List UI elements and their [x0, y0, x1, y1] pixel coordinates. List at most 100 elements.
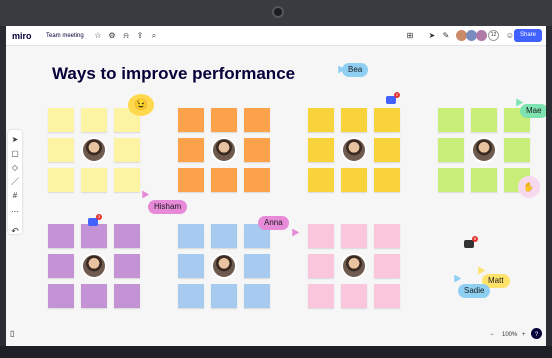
sticky-note[interactable] [211, 224, 237, 248]
undo-icon[interactable]: ↶ [8, 224, 22, 238]
sticky-note[interactable] [308, 284, 334, 308]
sticky-note[interactable] [178, 224, 204, 248]
cursor-pointer-icon [138, 188, 150, 199]
sticky-note[interactable] [244, 108, 270, 132]
zoom-controls: − 100% + ? [490, 328, 542, 342]
sticky-note[interactable] [244, 254, 270, 278]
cursor-tool-icon[interactable]: ➤ [426, 30, 438, 42]
sticky-note[interactable] [178, 284, 204, 308]
participant-photo[interactable] [471, 137, 497, 163]
sticky-note[interactable] [48, 254, 74, 278]
sticky-note[interactable] [48, 108, 74, 132]
device-frame: miro Team meeting ☆ ⚙ ⍾ ⇪ ⌕ ⊞ ➤ ✎ 12 ☺ S… [0, 0, 552, 358]
sticky-note[interactable] [114, 224, 140, 248]
sticky-note[interactable] [244, 168, 270, 192]
shapes-icon[interactable]: ◇ [8, 162, 22, 174]
participant-photo[interactable] [81, 253, 107, 279]
participant-photo[interactable] [341, 253, 367, 279]
sticky-note[interactable] [438, 168, 464, 192]
zoom-in-button[interactable]: + [522, 328, 526, 342]
sticky-note[interactable] [308, 254, 334, 278]
participant-photo[interactable] [211, 253, 237, 279]
sticky-note[interactable] [114, 254, 140, 278]
cursor-name-tag: Hisham [148, 200, 188, 214]
sticky-note[interactable] [341, 284, 367, 308]
participant-photo[interactable] [81, 137, 107, 163]
participant-photo[interactable] [341, 137, 367, 163]
top-toolbar: miro Team meeting ☆ ⚙ ⍾ ⇪ ⌕ ⊞ ➤ ✎ 12 ☺ S… [6, 26, 546, 46]
device-bezel-top [0, 0, 552, 26]
comment-count-badge: 8 [472, 236, 478, 242]
sticky-note[interactable] [308, 138, 334, 162]
hand-wave-sticker[interactable]: ✋ [518, 176, 540, 198]
cursor-icon[interactable]: ➤ [8, 134, 22, 146]
sticky-note[interactable] [48, 284, 74, 308]
bell-icon[interactable]: ⍾ [120, 30, 132, 42]
sticky-note[interactable] [211, 284, 237, 308]
sticky-note[interactable] [178, 168, 204, 192]
sticky-note[interactable] [374, 224, 400, 248]
sticky-note[interactable] [48, 168, 74, 192]
sticky-note[interactable] [438, 108, 464, 132]
left-toolbar: ➤ ▢ ◇ ／ # ⋯ [8, 130, 22, 234]
zoom-out-button[interactable]: − [490, 328, 494, 342]
sticky-note[interactable] [341, 108, 367, 132]
cursor-pointer-icon [474, 264, 486, 275]
cursor-name-tag: Mae [520, 104, 546, 118]
sticky-note[interactable] [114, 138, 140, 162]
sticky-note[interactable] [244, 138, 270, 162]
miro-app-screen: miro Team meeting ☆ ⚙ ⍾ ⇪ ⌕ ⊞ ➤ ✎ 12 ☺ S… [6, 26, 546, 346]
more-icon[interactable]: ⋯ [8, 206, 22, 218]
sticky-note[interactable] [374, 108, 400, 132]
sticky-note[interactable] [48, 224, 74, 248]
sticky-note[interactable] [308, 168, 334, 192]
sticky-note[interactable] [48, 138, 74, 162]
sticky-note[interactable] [374, 254, 400, 278]
cursor-name-tag: Sadie [458, 284, 491, 298]
sticky-note[interactable] [211, 108, 237, 132]
sticky-note[interactable] [81, 284, 107, 308]
emoji-sticker[interactable]: 😉 [128, 94, 154, 116]
collaborator-count-badge[interactable]: 12 [488, 30, 499, 41]
pen-icon[interactable]: ／ [8, 176, 22, 188]
avatar[interactable] [476, 30, 487, 41]
frame-icon[interactable]: # [8, 190, 22, 202]
sticky-note[interactable] [178, 108, 204, 132]
sticky-note[interactable] [308, 224, 334, 248]
sticky-note[interactable] [114, 168, 140, 192]
sticky-note-icon[interactable]: ▢ [8, 148, 22, 160]
board-name[interactable]: Team meeting [46, 29, 84, 43]
gear-icon[interactable]: ⚙ [106, 30, 118, 42]
sticky-note[interactable] [471, 168, 497, 192]
sticky-note[interactable] [374, 284, 400, 308]
sticky-note[interactable] [81, 108, 107, 132]
help-button[interactable]: ? [531, 328, 542, 339]
search-icon[interactable]: ⌕ [148, 30, 160, 42]
sticky-note[interactable] [81, 224, 107, 248]
sticky-note[interactable] [374, 138, 400, 162]
panel-icon[interactable]: ▯ [10, 329, 22, 341]
apps-grid-icon[interactable]: ⊞ [404, 30, 416, 42]
share-button[interactable]: Share [514, 29, 542, 42]
sticky-note[interactable] [374, 168, 400, 192]
sticky-note[interactable] [178, 254, 204, 278]
sticky-note[interactable] [211, 168, 237, 192]
participant-photo[interactable] [211, 137, 237, 163]
comment-count-badge: 3 [96, 214, 102, 220]
sticky-note[interactable] [308, 108, 334, 132]
sticky-note[interactable] [178, 138, 204, 162]
sticky-note[interactable] [471, 108, 497, 132]
sticky-note[interactable] [114, 284, 140, 308]
sticky-note[interactable] [504, 138, 530, 162]
zoom-level[interactable]: 100% [502, 328, 517, 342]
miro-logo[interactable]: miro [12, 29, 32, 43]
cursor-pointer-icon [450, 272, 462, 283]
celebrate-icon[interactable]: ✎ [440, 30, 452, 42]
upload-icon[interactable]: ⇪ [134, 30, 146, 42]
sticky-note[interactable] [244, 284, 270, 308]
sticky-note[interactable] [341, 224, 367, 248]
sticky-note[interactable] [438, 138, 464, 162]
sticky-note[interactable] [341, 168, 367, 192]
star-icon[interactable]: ☆ [92, 30, 104, 42]
sticky-note[interactable] [81, 168, 107, 192]
